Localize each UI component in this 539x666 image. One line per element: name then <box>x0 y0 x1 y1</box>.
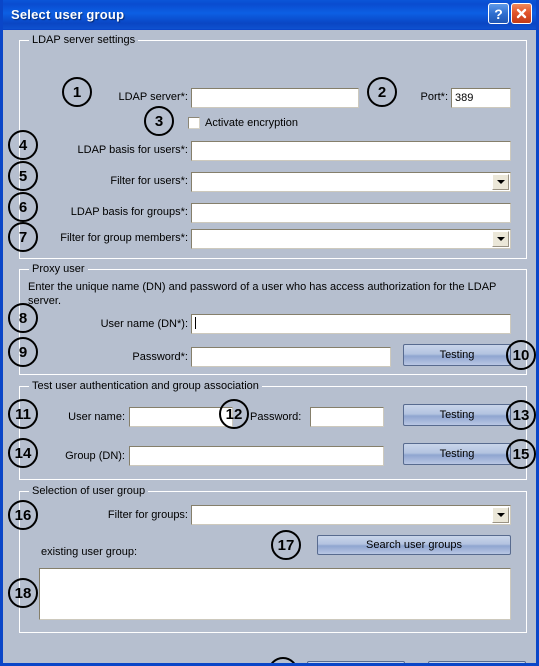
button-search-user-groups[interactable]: Search user groups <box>317 535 511 555</box>
callout-12: 12 <box>219 399 249 429</box>
callout-5: 5 <box>8 161 38 191</box>
callout-1: 1 <box>62 77 92 107</box>
cancel-button[interactable]: Cancel <box>428 661 526 663</box>
input-ldap-basis-users[interactable] <box>191 141 511 161</box>
label-filter-groups: Filter for groups: <box>107 509 188 521</box>
label-existing-user-group: existing user group: <box>41 546 137 558</box>
input-user-name-dn[interactable] <box>191 314 511 334</box>
combo-filter-group-members[interactable] <box>191 229 511 249</box>
window-title: Select user group <box>11 7 125 22</box>
dialog-window: Select user group ? LDAP server settings… <box>0 0 539 666</box>
title-bar-buttons: ? <box>488 3 532 24</box>
proxy-user-description: Enter the unique name (DN) and password … <box>28 281 497 307</box>
callout-7: 7 <box>8 222 38 252</box>
question-mark-icon: ? <box>494 5 503 22</box>
callout-8: 8 <box>8 303 38 333</box>
groupbox-legend-ldap-server-settings: LDAP server settings <box>29 34 139 46</box>
label-ldap-basis-groups: LDAP basis for groups*: <box>70 206 188 218</box>
label-filter-group-members: Filter for group members*: <box>60 232 188 244</box>
input-test-user-name[interactable] <box>129 407 233 427</box>
checkbox-activate-encryption[interactable] <box>188 117 200 129</box>
callout-11: 11 <box>8 399 38 429</box>
callout-9: 9 <box>8 337 38 367</box>
combo-filter-users[interactable] <box>191 172 511 192</box>
callout-10: 10 <box>506 340 536 370</box>
close-x-icon <box>516 8 527 19</box>
chevron-down-icon[interactable] <box>492 231 509 247</box>
chevron-down-icon[interactable] <box>492 507 509 523</box>
dialog-client-area: LDAP server settings LDAP server*: Port*… <box>3 30 536 663</box>
callout-17: 17 <box>271 530 301 560</box>
input-test-password[interactable] <box>310 407 384 427</box>
input-proxy-password[interactable] <box>191 347 391 367</box>
button-proxy-testing[interactable]: Testing <box>403 344 511 366</box>
callout-2: 2 <box>367 77 397 107</box>
label-test-password: Password: <box>250 411 302 423</box>
callout-4: 4 <box>8 130 38 160</box>
callout-3: 3 <box>144 106 174 136</box>
label-user-name-dn: User name (DN*): <box>100 318 188 330</box>
combo-filter-groups[interactable] <box>191 505 511 525</box>
callout-18: 18 <box>8 578 38 608</box>
input-group-dn[interactable] <box>129 446 384 466</box>
help-icon-button[interactable]: ? <box>488 3 509 24</box>
callout-6: 6 <box>8 192 38 222</box>
close-button[interactable] <box>511 3 532 24</box>
input-ldap-basis-groups[interactable] <box>191 203 511 223</box>
listbox-existing-user-group[interactable] <box>39 568 511 620</box>
button-group-testing[interactable]: Testing <box>403 443 511 465</box>
groupbox-legend-test-user-auth: Test user authentication and group assoc… <box>29 380 262 392</box>
groupbox-legend-proxy-user: Proxy user <box>29 263 88 275</box>
label-port: Port*: <box>420 91 448 103</box>
checkbox-row-activate-encryption[interactable]: Activate encryption <box>188 117 298 129</box>
label-test-user-name: User name: <box>68 411 125 423</box>
button-test-user-testing[interactable]: Testing <box>403 404 511 426</box>
title-bar: Select user group ? <box>3 0 536 30</box>
chevron-down-icon[interactable] <box>492 174 509 190</box>
callout-16: 16 <box>8 500 38 530</box>
label-filter-users: Filter for users*: <box>110 175 188 187</box>
ok-button[interactable]: OK <box>307 661 405 663</box>
input-port[interactable]: 389 <box>451 88 511 108</box>
callout-15: 15 <box>506 439 536 469</box>
callout-19: 19 <box>268 657 298 663</box>
label-activate-encryption: Activate encryption <box>205 117 298 129</box>
callout-13: 13 <box>506 400 536 430</box>
label-group-dn: Group (DN): <box>65 450 125 462</box>
callout-14: 14 <box>8 438 38 468</box>
groupbox-legend-selection-user-group: Selection of user group <box>29 485 149 497</box>
label-proxy-password: Password*: <box>132 351 188 363</box>
label-ldap-basis-users: LDAP basis for users*: <box>77 144 188 156</box>
label-ldap-server: LDAP server*: <box>118 91 189 103</box>
input-ldap-server[interactable] <box>191 88 359 108</box>
